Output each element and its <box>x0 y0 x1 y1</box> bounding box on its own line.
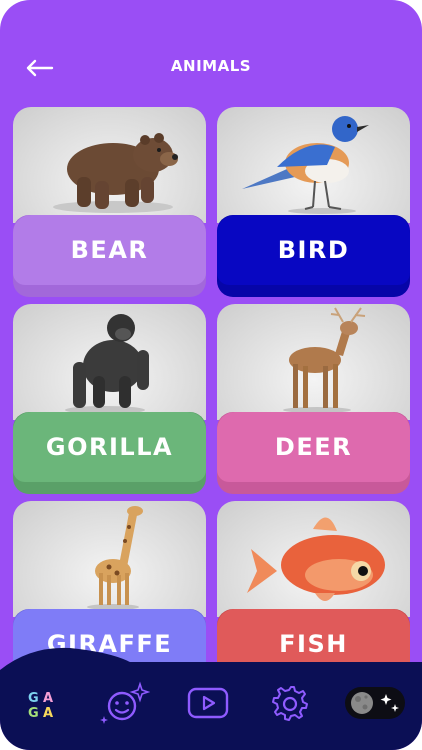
animal-card-bird[interactable]: BIRD <box>217 107 410 297</box>
card-label-band: BEAR <box>13 215 206 285</box>
svg-text:G: G <box>28 706 39 720</box>
card-label-band: GORILLA <box>13 412 206 482</box>
animal-card-bear[interactable]: BEAR <box>13 107 206 297</box>
svg-text:G: G <box>28 691 39 706</box>
nav-emoji-button[interactable] <box>98 680 150 726</box>
nav-gaga-logo[interactable]: G A G A <box>22 684 62 724</box>
gaga-logo-icon: G A G A <box>28 691 53 720</box>
fish-image <box>217 501 410 617</box>
card-label: DEER <box>274 433 353 461</box>
card-label-band: DEER <box>217 412 410 482</box>
gorilla-image <box>13 304 206 420</box>
card-label: GORILLA <box>45 433 174 461</box>
animal-card-gorilla[interactable]: GORILLA <box>13 304 206 494</box>
animal-card-deer[interactable]: DEER <box>217 304 410 494</box>
svg-text:A: A <box>43 706 53 720</box>
app-screen: ANIMALS BEAR BIRD GORILLA DEER GIRAFFE F… <box>0 0 422 750</box>
animal-grid: BEAR BIRD GORILLA DEER GIRAFFE FISH <box>13 107 410 691</box>
nav-settings-button[interactable] <box>270 684 310 724</box>
giraffe-image <box>13 501 206 617</box>
play-icon <box>187 687 229 719</box>
bear-image <box>13 107 206 223</box>
card-label-band: BIRD <box>217 215 410 285</box>
page-title: ANIMALS <box>170 57 252 75</box>
nav-theme-toggle[interactable] <box>344 686 406 720</box>
bottom-nav: G A G A <box>0 640 422 750</box>
gear-icon <box>272 686 308 721</box>
moon-toggle-icon <box>345 687 405 719</box>
nav-video-button[interactable] <box>186 686 230 720</box>
svg-text:A: A <box>43 691 53 706</box>
card-label: BIRD <box>277 236 350 264</box>
header: ANIMALS <box>0 44 422 92</box>
card-label: BEAR <box>70 236 149 264</box>
bird-image <box>217 107 410 223</box>
smiley-sparkle-icon <box>100 681 150 724</box>
deer-image <box>217 304 410 420</box>
